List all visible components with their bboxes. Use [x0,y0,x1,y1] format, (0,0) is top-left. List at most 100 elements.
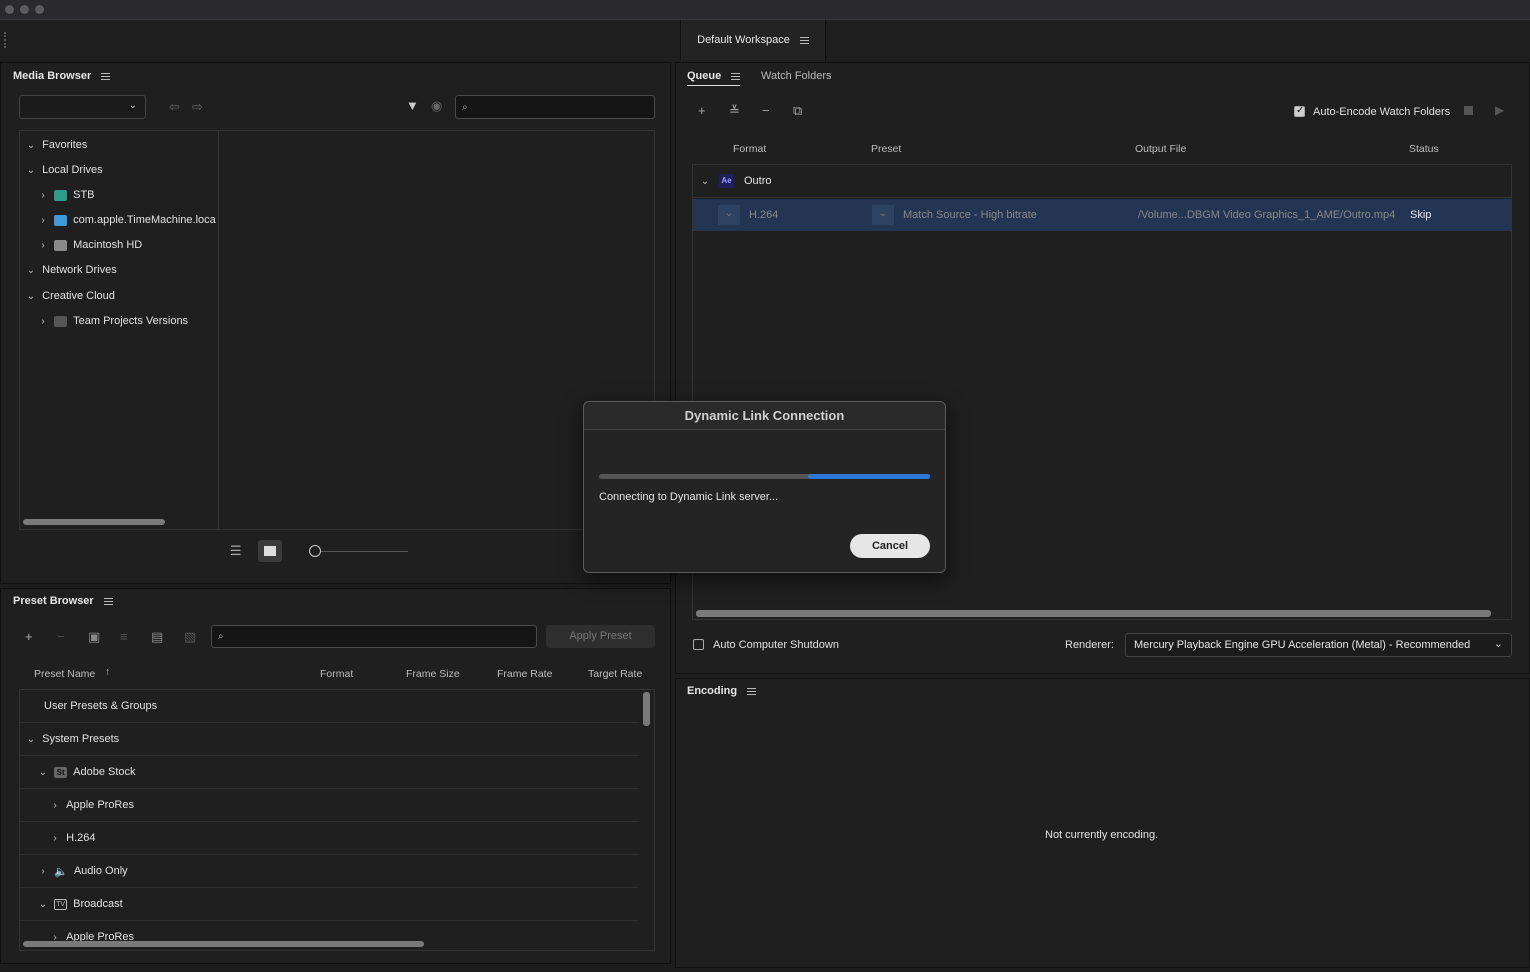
preset-row-adobe-stock[interactable]: ⌄ St Adobe Stock [20,756,639,789]
queue-item-format[interactable]: H.264 [749,209,778,221]
add-preset-icon[interactable]: + [25,629,33,644]
dynamic-link-dialog: Dynamic Link Connection Connecting to Dy… [583,401,946,573]
renderer-dropdown[interactable]: Mercury Playback Engine GPU Acceleration… [1125,633,1512,657]
zoom-window-button[interactable] [35,5,44,14]
tree-item-creative-cloud[interactable]: ⌄ Creative Cloud [26,284,115,308]
close-window-button[interactable] [5,5,14,14]
media-browser-panel: Media Browser ⌄ ⇦ ⇨ ▼ ◉ ⌕ ⌄ Favorites ⌄ … [0,62,671,584]
window-title-bar [0,0,1530,20]
media-browser-menu-icon[interactable] [101,72,111,80]
column-format[interactable]: Format [733,143,766,155]
column-frame-rate[interactable]: Frame Rate [497,668,552,680]
chevron-right-icon[interactable]: › [38,190,48,201]
tree-item-local-drives[interactable]: ⌄ Local Drives [26,158,103,182]
column-status[interactable]: Status [1409,143,1439,155]
chevron-right-icon[interactable]: › [38,240,48,251]
minimize-window-button[interactable] [20,5,29,14]
tree-item-stb[interactable]: › STB [38,183,94,207]
tree-item-network-drives[interactable]: ⌄ Network Drives [26,258,117,282]
cancel-button[interactable]: Cancel [850,534,930,558]
workspace-menu-icon[interactable] [799,36,809,44]
stop-icon[interactable] [1464,106,1473,115]
chevron-down-icon[interactable]: ⌄ [26,265,36,276]
queue-group-row[interactable]: ⌄ Ae Outro [693,165,1511,198]
workspace-tab[interactable]: Default Workspace [680,20,826,60]
duplicate-icon[interactable]: ⧉ [793,103,802,119]
chevron-right-icon[interactable]: › [38,866,48,877]
preset-browser-menu-icon[interactable] [103,597,113,605]
chevron-down-icon[interactable]: ⌄ [38,767,48,778]
tree-item-macintosh-hd[interactable]: › Macintosh HD [38,233,142,257]
chevron-down-icon[interactable]: ⌄ [26,734,36,745]
remove-item-icon[interactable]: − [762,103,770,118]
preset-settings-icon[interactable]: ≡ [120,629,128,644]
preset-dropdown[interactable]: ⌄ [872,205,894,225]
thumbnail-view-button[interactable] [258,540,282,562]
auto-shutdown-checkbox[interactable] [693,639,704,650]
column-preset[interactable]: Preset [871,143,901,155]
chevron-down-icon[interactable]: ⌄ [700,176,710,187]
search-icon: ⌕ [218,631,224,642]
chevron-down-icon: ⌄ [1493,638,1503,650]
horizontal-scrollbar[interactable] [23,941,424,947]
queue-item-row[interactable]: ⌄ H.264 ⌄ Match Source - High bitrate /V… [693,199,1511,231]
queue-settings-icon[interactable]: ≚ [729,103,740,119]
zoom-slider-track[interactable] [321,551,408,552]
preset-row-system-presets[interactable]: ⌄ System Presets [20,723,639,756]
tree-item-favorites[interactable]: ⌄ Favorites [26,133,88,157]
zoom-slider-thumb[interactable] [309,545,321,557]
auto-encode-label: Auto-Encode Watch Folders [1313,106,1451,118]
eye-icon[interactable]: ◉ [431,98,442,114]
column-frame-size[interactable]: Frame Size [406,668,460,680]
forward-arrow-icon[interactable]: ⇨ [192,99,203,115]
chevron-right-icon[interactable]: › [50,833,60,844]
format-dropdown[interactable]: ⌄ [718,205,740,225]
preset-row-user-presets[interactable]: User Presets & Groups [20,690,639,723]
chevron-right-icon[interactable]: › [38,215,48,226]
add-source-icon[interactable]: + [698,103,706,118]
media-browser-content: ⌄ Favorites ⌄ Local Drives › STB › com.a… [19,130,655,530]
apply-preset-button[interactable]: Apply Preset [546,625,655,648]
chevron-down-icon[interactable]: ⌄ [26,291,36,302]
column-format[interactable]: Format [320,668,353,680]
chevron-right-icon[interactable]: › [50,800,60,811]
preset-row-broadcast[interactable]: ⌄ TV Broadcast [20,888,639,921]
column-preset-name[interactable]: Preset Name [34,668,95,680]
grip-handle[interactable] [4,32,6,48]
export-preset-icon[interactable]: ▧ [184,629,196,645]
column-output-file[interactable]: Output File [1135,143,1186,155]
tree-item-timemachine[interactable]: › com.apple.TimeMachine.loca [38,208,215,232]
auto-shutdown-label: Auto Computer Shutdown [713,639,839,651]
sort-ascending-icon[interactable]: ↑ [105,666,110,678]
auto-encode-checkbox[interactable] [1294,105,1305,117]
horizontal-scrollbar[interactable] [23,519,165,525]
queue-menu-icon[interactable] [731,72,741,80]
remove-preset-icon[interactable]: − [57,629,65,644]
vertical-scrollbar[interactable] [643,692,650,726]
media-search-input[interactable]: ⌕ [455,95,655,119]
tree-item-team-projects[interactable]: › Team Projects Versions [38,309,188,333]
queue-item-output[interactable]: /Volume...DBGM Video Graphics_1_AME/Outr… [1138,209,1395,221]
chevron-down-icon[interactable]: ⌄ [38,899,48,910]
queue-item-preset[interactable]: Match Source - High bitrate [903,209,1037,221]
chevron-down-icon[interactable]: ⌄ [26,140,36,151]
list-view-icon[interactable]: ☰ [230,543,242,559]
filter-icon[interactable]: ▼ [406,98,419,113]
preset-row-audio-only[interactable]: › 🔈 Audio Only [20,855,639,888]
chevron-down-icon[interactable]: ⌄ [26,165,36,176]
preset-row-h264[interactable]: › H.264 [20,822,639,855]
thumbnail-view-icon [264,546,276,556]
horizontal-scrollbar[interactable] [696,610,1491,617]
location-dropdown[interactable]: ⌄ [19,95,146,119]
back-arrow-icon[interactable]: ⇦ [169,99,180,115]
import-preset-icon[interactable]: ▤ [151,629,163,645]
tab-watch-folders[interactable]: Watch Folders [761,70,832,82]
encoding-menu-icon[interactable] [747,687,757,695]
play-icon[interactable]: ▶ [1495,103,1504,117]
preset-search-input[interactable]: ⌕ [211,625,537,648]
column-target-rate[interactable]: Target Rate [588,668,642,680]
preset-row-apple-prores[interactable]: › Apple ProRes [20,789,639,822]
chevron-right-icon[interactable]: › [38,316,48,327]
tab-queue[interactable]: Queue [687,70,741,86]
new-group-icon[interactable]: ▣ [88,629,100,645]
